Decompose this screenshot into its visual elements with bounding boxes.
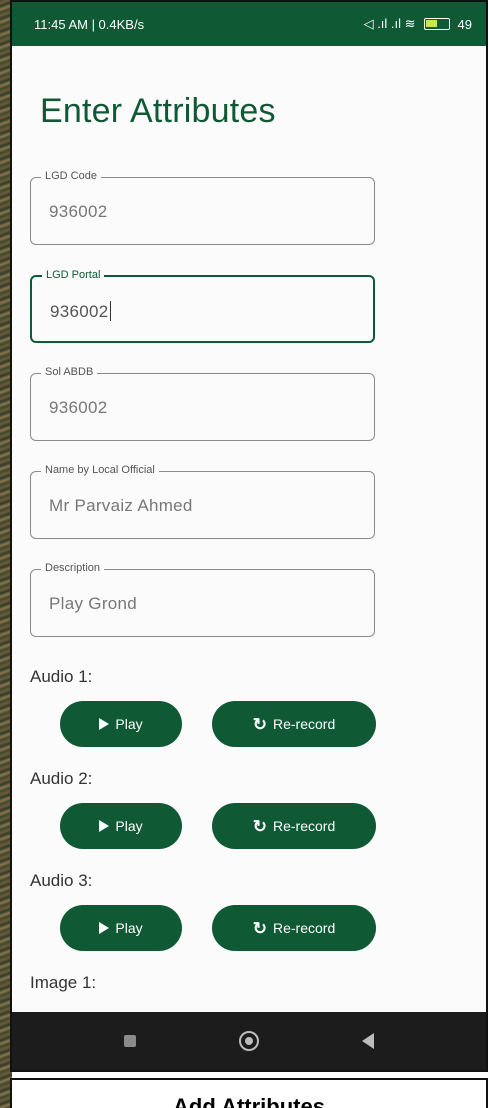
refresh-icon: ↻ bbox=[252, 714, 267, 734]
audio-2-controls: Play ↻ Re-record bbox=[30, 803, 486, 849]
description-field[interactable]: Description Play Grond bbox=[30, 562, 375, 637]
field-value: 936002 bbox=[49, 202, 108, 221]
field-label: Name by Local Official bbox=[41, 464, 159, 476]
page: 11:45 AM | 0.4KB/s ◁ .ıl .ıl ≋ 49 Enter … bbox=[0, 0, 490, 1108]
battery-level: 49 bbox=[457, 16, 472, 32]
caption-box: Add Attributes bbox=[10, 1078, 488, 1108]
audio-1-label: Audio 1: bbox=[30, 667, 93, 686]
navigation-bar bbox=[12, 1012, 486, 1070]
rerecord-label: Re-record bbox=[273, 920, 336, 936]
audio-section: Audio 1: Play ↻ Re-record Audio 2: Play … bbox=[12, 667, 486, 951]
audio-1-rerecord-button[interactable]: ↻ Re-record bbox=[212, 701, 376, 747]
play-label: Play bbox=[115, 716, 143, 732]
audio-1-play-button[interactable]: Play bbox=[60, 701, 182, 747]
field-label: LGD Portal bbox=[42, 269, 105, 281]
audio-3-rerecord-button[interactable]: ↻ Re-record bbox=[212, 905, 376, 951]
battery-icon bbox=[423, 18, 450, 30]
phone-screen: 11:45 AM | 0.4KB/s ◁ .ıl .ıl ≋ 49 Enter … bbox=[10, 0, 488, 1072]
content: Enter Attributes LGD Code 936002 LGD Por… bbox=[12, 92, 486, 993]
rerecord-label: Re-record bbox=[273, 818, 336, 834]
page-title: Enter Attributes bbox=[40, 92, 276, 130]
play-label: Play bbox=[115, 818, 143, 834]
audio-2-rerecord-button[interactable]: ↻ Re-record bbox=[212, 803, 376, 849]
audio-2-play-button[interactable]: Play bbox=[60, 803, 182, 849]
rerecord-label: Re-record bbox=[273, 716, 336, 732]
field-value: Mr Parvaiz Ahmed bbox=[49, 496, 193, 515]
status-bar: 11:45 AM | 0.4KB/s ◁ .ıl .ıl ≋ 49 bbox=[12, 2, 486, 46]
local-official-name-field[interactable]: Name by Local Official Mr Parvaiz Ahmed bbox=[30, 464, 375, 539]
lgd-portal-field[interactable]: LGD Portal 936002 bbox=[30, 269, 375, 343]
field-label: LGD Code bbox=[41, 170, 101, 182]
field-value-wrap: 936002 bbox=[50, 301, 112, 322]
image-1-label: Image 1: bbox=[30, 973, 97, 992]
audio-3-play-button[interactable]: Play bbox=[60, 905, 182, 951]
field-value: 936002 bbox=[49, 398, 108, 417]
refresh-icon: ↻ bbox=[252, 918, 267, 938]
status-time: 11:45 AM | 0.4KB/s bbox=[34, 16, 145, 32]
play-icon bbox=[99, 820, 110, 832]
refresh-icon: ↻ bbox=[252, 816, 267, 836]
play-icon bbox=[99, 718, 110, 730]
attribute-fields: LGD Code 936002 LGD Portal 936002 Sol AB… bbox=[12, 170, 486, 637]
play-icon bbox=[99, 922, 110, 934]
sol-abdb-field[interactable]: Sol ABDB 936002 bbox=[30, 366, 375, 441]
signal-icons: ◁ .ıl .ıl ≋ bbox=[363, 16, 416, 31]
audio-2-label: Audio 2: bbox=[30, 769, 93, 788]
field-value: 936002 bbox=[50, 302, 109, 321]
field-label: Description bbox=[41, 562, 105, 574]
home-icon[interactable] bbox=[238, 1031, 259, 1051]
field-value: Play Grond bbox=[49, 594, 138, 613]
status-icons: ◁ .ıl .ıl ≋ 49 bbox=[364, 16, 472, 32]
recent-apps-icon[interactable] bbox=[123, 1035, 136, 1047]
audio-1-controls: Play ↻ Re-record bbox=[30, 701, 486, 747]
figure-caption: Add Attributes bbox=[173, 1094, 325, 1108]
field-label: Sol ABDB bbox=[41, 366, 98, 378]
back-icon[interactable] bbox=[362, 1033, 375, 1049]
text-caret bbox=[109, 301, 112, 321]
play-label: Play bbox=[115, 920, 143, 936]
lgd-code-field[interactable]: LGD Code 936002 bbox=[30, 170, 375, 245]
audio-3-controls: Play ↻ Re-record bbox=[30, 905, 486, 951]
audio-3-label: Audio 3: bbox=[30, 871, 93, 890]
